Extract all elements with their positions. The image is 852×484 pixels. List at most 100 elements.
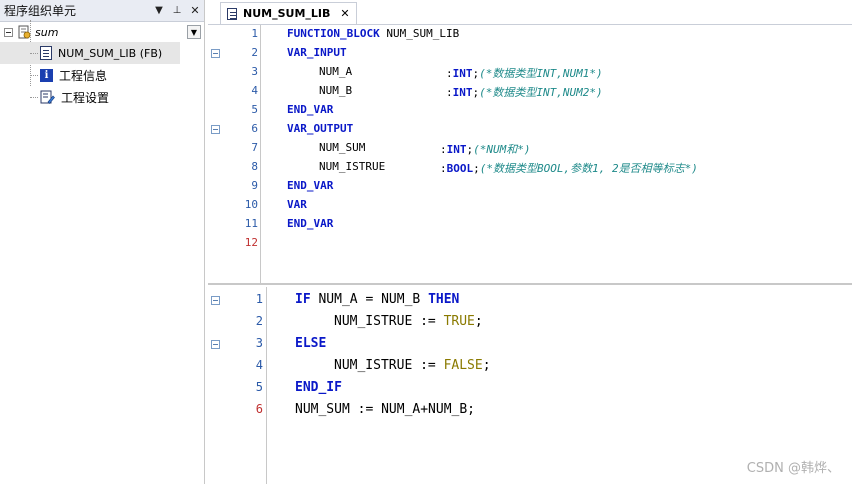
- comment: (*NUM和*): [473, 143, 531, 156]
- semicolon: ;: [474, 314, 483, 329]
- keyword: END_VAR: [287, 217, 334, 230]
- colon: :: [440, 143, 447, 156]
- line-number: 11: [244, 217, 258, 230]
- line-number: 4: [251, 84, 258, 97]
- keyword: FUNCTION_BLOCK: [287, 27, 380, 40]
- comment: (*数据类型BOOL,参数1, 2是否相等标志*): [479, 162, 698, 175]
- line-number: 1: [255, 292, 263, 306]
- keyword: ELSE: [295, 336, 327, 351]
- keyword: THEN: [428, 292, 460, 307]
- code-line: 8 NUM_ISTRUE :BOOL;(*数据类型BOOL,参数1, 2是否相等…: [208, 158, 852, 177]
- code-line: 4 NUM_ISTRUE := FALSE;: [208, 355, 852, 377]
- tree-item-label: 工程信息: [59, 68, 108, 83]
- fold-toggle-icon[interactable]: [211, 49, 220, 58]
- code-line: 3 ELSE: [208, 333, 852, 355]
- pou-panel-title: 程序组织单元: [4, 4, 77, 18]
- line-number: 8: [251, 160, 258, 173]
- type-keyword: INT: [452, 86, 473, 99]
- type-keyword: INT: [452, 67, 473, 80]
- keyword: END_VAR: [287, 103, 334, 116]
- fold-toggle-icon[interactable]: [211, 296, 220, 305]
- watermark: CSDN @韩烨、: [746, 461, 840, 476]
- var-name: NUM_ISTRUE: [319, 160, 386, 173]
- keyword: VAR_INPUT: [287, 46, 347, 59]
- pin-icon[interactable]: ⊥: [168, 5, 186, 16]
- tab-close-icon[interactable]: ✕: [340, 7, 349, 20]
- assignment: NUM_ISTRUE :=: [334, 314, 444, 329]
- document-icon: [40, 46, 52, 60]
- info-icon: i: [40, 68, 53, 82]
- code-line: 1 IF NUM_A = NUM_B THEN: [208, 289, 852, 311]
- line-number: 3: [251, 65, 258, 78]
- code-line: 5 END_IF: [208, 377, 852, 399]
- tree-connector: [30, 75, 38, 76]
- line-number: 2: [255, 314, 263, 328]
- pou-panel: 程序组织单元 ▼ ⊥ ✕ sum ▼ NUM_SUM_LIB (FB) i 工程…: [0, 0, 205, 484]
- type-keyword: INT: [446, 143, 467, 156]
- code-line: 7 NUM_SUM :INT;(*NUM和*): [208, 139, 852, 158]
- comment: (*数据类型INT,NUM1*): [479, 67, 603, 80]
- expression: NUM_A = NUM_B: [310, 292, 429, 307]
- code-line: 4 NUM_B :INT;(*数据类型INT,NUM2*): [208, 82, 852, 101]
- code-line: 6 NUM_SUM := NUM_A+NUM_B;: [208, 399, 852, 421]
- semicolon: ;: [482, 358, 491, 373]
- colon: :: [446, 67, 453, 80]
- line-number: 5: [251, 103, 258, 116]
- line-number: 9: [251, 179, 258, 192]
- line-number: 1: [251, 27, 258, 40]
- document-icon: [227, 7, 237, 20]
- panel-menu-icon[interactable]: ▼: [150, 5, 168, 16]
- tab-label: NUM_SUM_LIB: [243, 7, 331, 20]
- panel-close-icon[interactable]: ✕: [186, 4, 204, 17]
- assignment: NUM_ISTRUE :=: [334, 358, 444, 373]
- code-line: 6 VAR_OUTPUT: [208, 120, 852, 139]
- line-number: 6: [255, 402, 263, 416]
- project-icon: [17, 25, 31, 39]
- colon: :: [446, 86, 453, 99]
- editor-tabbar: NUM_SUM_LIB ✕: [208, 0, 852, 25]
- semicolon: ;: [473, 162, 480, 175]
- keyword: END_IF: [295, 380, 342, 395]
- fold-toggle-icon[interactable]: [211, 125, 220, 134]
- line-number: 3: [255, 336, 263, 350]
- line-number: 2: [251, 46, 258, 59]
- keyword: VAR_OUTPUT: [287, 122, 354, 135]
- tree-item-label: NUM_SUM_LIB (FB): [58, 46, 163, 60]
- keyword: VAR: [287, 198, 307, 211]
- declaration-pane[interactable]: 1 FUNCTION_BLOCK NUM_SUM_LIB 2 VAR_INPUT…: [208, 25, 852, 285]
- code-line: 2 NUM_ISTRUE := TRUE;: [208, 311, 852, 333]
- fb-name: NUM_SUM_LIB: [379, 27, 460, 40]
- keyword: IF: [295, 292, 311, 307]
- code-line: 3 NUM_A :INT;(*数据类型INT,NUM1*): [208, 63, 852, 82]
- implementation-pane[interactable]: 1 IF NUM_A = NUM_B THEN 2 NUM_ISTRUE := …: [208, 287, 852, 484]
- fold-toggle-icon[interactable]: [211, 340, 220, 349]
- tree-item-project-settings[interactable]: 工程设置: [0, 86, 204, 108]
- var-name: NUM_B: [319, 84, 353, 97]
- statement: NUM_SUM := NUM_A+NUM_B;: [295, 402, 476, 417]
- colon: :: [440, 162, 447, 175]
- collapse-icon[interactable]: [4, 27, 13, 37]
- tree-connector: [30, 97, 38, 98]
- code-line: 9 END_VAR: [208, 177, 852, 196]
- keyword: END_VAR: [287, 179, 334, 192]
- pou-tree: sum ▼ NUM_SUM_LIB (FB) i 工程信息 工程设置: [0, 20, 204, 108]
- type-keyword: BOOL: [446, 162, 474, 175]
- line-number: 4: [255, 358, 263, 372]
- line-number: 5: [255, 380, 263, 394]
- literal: TRUE: [443, 314, 475, 329]
- line-number: 10: [244, 198, 258, 211]
- code-line: 1 FUNCTION_BLOCK NUM_SUM_LIB: [208, 25, 852, 44]
- tree-item-label: 工程设置: [61, 90, 110, 105]
- code-line: 12: [208, 234, 852, 253]
- tree-dropdown-button[interactable]: ▼: [187, 25, 201, 39]
- tree-root-label: sum: [35, 25, 59, 39]
- line-number: 6: [251, 122, 258, 135]
- code-editor: NUM_SUM_LIB ✕ 1 FUNCTION_BLOCK NUM_SUM_L…: [208, 0, 852, 484]
- tab-num-sum-lib[interactable]: NUM_SUM_LIB ✕: [220, 2, 357, 24]
- pou-panel-header: 程序组织单元 ▼ ⊥ ✕: [0, 0, 204, 22]
- code-line: 2 VAR_INPUT: [208, 44, 852, 63]
- tree-item-num-sum-lib[interactable]: NUM_SUM_LIB (FB): [0, 42, 180, 64]
- tree-item-project-info[interactable]: i 工程信息: [0, 64, 204, 86]
- code-line: 10 VAR: [208, 196, 852, 215]
- code-line: 11 END_VAR: [208, 215, 852, 234]
